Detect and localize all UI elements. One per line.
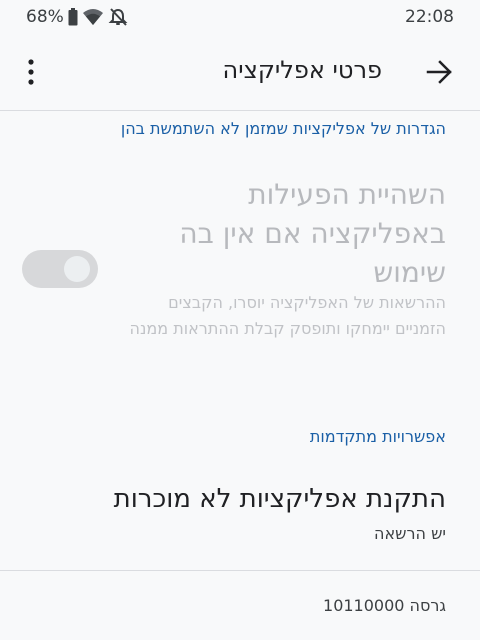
advanced-options-section-header: אפשרויות מתקדמות xyxy=(309,427,446,446)
pause-activity-toggle[interactable] xyxy=(22,250,98,288)
install-unknown-apps-item[interactable]: התקנת אפליקציות לא מוכרות xyxy=(114,484,446,514)
app-bar: פרטי אפליקציה xyxy=(0,34,480,111)
clock: 22:08 xyxy=(405,7,454,27)
pause-activity-description: ההרשאות של האפליקציה יוסרו, הקבצים הזמני… xyxy=(129,293,446,338)
battery-percentage: 68% xyxy=(26,7,64,27)
more-vert-icon xyxy=(28,59,34,85)
more-options-button[interactable] xyxy=(22,58,40,86)
back-button[interactable] xyxy=(424,58,456,86)
page-title: פרטי אפליקציה xyxy=(222,56,382,84)
pause-activity-title: השהיית הפעילות באפליקציה אם אין בה שימוש xyxy=(179,178,446,289)
toggle-knob xyxy=(64,256,90,282)
bell-off-icon xyxy=(108,8,128,26)
install-unknown-apps-status: יש הרשאה xyxy=(374,524,446,543)
unused-apps-section-header: הגדרות של אפליקציות שמזמן לא השתמשת בהן xyxy=(120,119,446,138)
arrow-right-icon xyxy=(426,60,452,84)
status-icons: 68% xyxy=(26,7,132,27)
battery-icon xyxy=(68,8,78,26)
status-bar: 68% 22:08 xyxy=(0,0,480,34)
version-text: גרסה 10110000 xyxy=(323,596,446,615)
divider xyxy=(0,570,480,571)
wifi-icon xyxy=(82,9,103,25)
